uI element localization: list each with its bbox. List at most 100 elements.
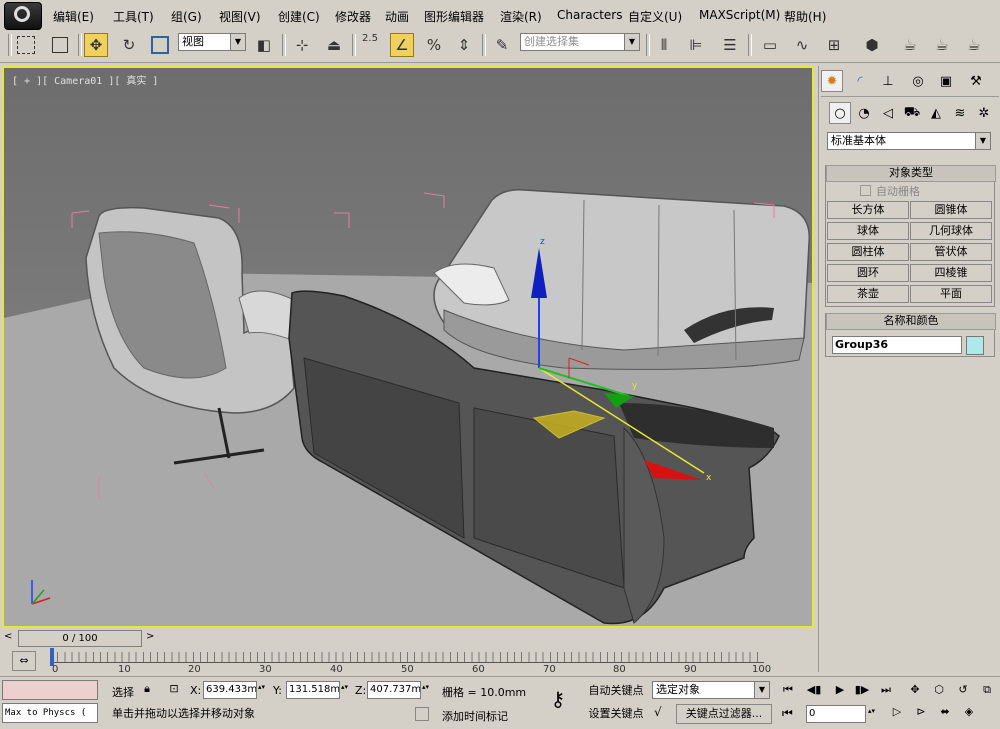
orbit-button[interactable]: ⬡ xyxy=(930,681,948,699)
z-coordinate-field[interactable]: 407.737mm xyxy=(367,681,421,699)
time-slider-next[interactable]: > xyxy=(146,631,154,642)
tab-motion[interactable]: ◎ xyxy=(907,70,929,92)
pan-view-button[interactable]: ✥ xyxy=(906,681,924,699)
menu-maxscript[interactable]: MAXScript(M) xyxy=(699,8,780,22)
key-filters-button[interactable]: 关键点过滤器... xyxy=(676,704,772,724)
set-key-mode-button[interactable]: ⚷ xyxy=(540,687,576,715)
menu-modifiers[interactable]: 修改器 xyxy=(335,8,371,25)
menu-views[interactable]: 视图(V) xyxy=(219,8,261,25)
helpers-category-button[interactable]: ◭ xyxy=(925,102,947,124)
plane-button[interactable]: 平面 xyxy=(910,285,992,303)
shapes-category-button[interactable]: ◔ xyxy=(853,102,875,124)
menu-animation[interactable]: 动画 xyxy=(385,8,409,25)
material-editor-button[interactable]: ⬢ xyxy=(860,33,884,57)
set-key-button[interactable]: 设置关键点 xyxy=(584,704,648,724)
tab-display[interactable]: ▣ xyxy=(935,70,957,92)
layer-manager-button[interactable]: ☰ xyxy=(718,33,742,57)
spinner-snap-toggle-button[interactable]: ⇕ xyxy=(452,33,476,57)
viewport-label[interactable]: [ + ][ Camera01 ][ 真实 ] xyxy=(12,72,158,87)
play-button[interactable]: ▶ xyxy=(831,681,849,699)
menu-customize[interactable]: 自定义(U) xyxy=(628,8,682,25)
menu-create[interactable]: 创建(C) xyxy=(278,8,320,25)
systems-category-button[interactable]: ✲ xyxy=(973,102,995,124)
menu-graph-editors[interactable]: 图形编辑器 xyxy=(424,8,484,25)
next-frame-button[interactable]: ▮▶ xyxy=(853,681,871,699)
go-to-end-button[interactable]: ⏭ xyxy=(877,681,895,699)
curve-editor-button[interactable]: ∿ xyxy=(790,33,814,57)
mirror-button[interactable]: ⫴ xyxy=(652,33,676,57)
menu-help[interactable]: 帮助(H) xyxy=(784,8,826,25)
percent-snap-toggle-button[interactable]: % xyxy=(422,33,446,57)
time-slider-prev[interactable]: < xyxy=(4,631,12,642)
align-button[interactable]: ⊫ xyxy=(684,33,708,57)
select-and-scale-button[interactable] xyxy=(148,33,172,57)
maxscript-mini-listener-pink[interactable] xyxy=(2,680,98,700)
primitive-category-dropdown[interactable]: 标准基本体 ▼ xyxy=(827,132,991,150)
rendered-frame-window-button[interactable]: ☕ xyxy=(930,33,954,57)
time-slider[interactable]: < 0 / 100 > xyxy=(2,629,814,647)
spinner-icon[interactable]: ▴▾ xyxy=(258,683,265,691)
menu-rendering[interactable]: 渲染(R) xyxy=(500,8,542,25)
snaps-toggle-button[interactable]: 2.5 xyxy=(358,33,382,57)
cone-button[interactable]: 圆锥体 xyxy=(910,201,992,219)
roll-button[interactable]: ↺ xyxy=(954,681,972,699)
selection-lock-toggle[interactable]: 🔒︎ xyxy=(140,682,154,698)
spacewarps-category-button[interactable]: ≋ xyxy=(949,102,971,124)
tube-button[interactable]: 管状体 xyxy=(910,243,992,261)
object-color-swatch[interactable] xyxy=(966,336,984,355)
add-time-tag-button[interactable]: 添加时间标记 xyxy=(442,708,508,724)
absolute-relative-toggle[interactable]: ⊡ xyxy=(166,682,182,698)
app-logo-button[interactable] xyxy=(4,2,42,30)
menu-group[interactable]: 组(G) xyxy=(171,8,202,25)
select-and-move-button[interactable]: ✥ xyxy=(84,33,108,57)
name-and-color-rollout-header[interactable]: 名称和颜色 xyxy=(826,313,996,330)
named-selection-set-dropdown[interactable]: 创建选择集 ▼ xyxy=(520,33,640,51)
tab-create[interactable]: ✹ xyxy=(821,70,843,92)
go-to-start-button[interactable]: ⏮ xyxy=(779,681,797,699)
x-coordinate-field[interactable]: 639.433mm xyxy=(203,681,257,699)
lights-category-button[interactable]: ◁ xyxy=(877,102,899,124)
key-selection-dropdown[interactable]: 选定对象 ▼ xyxy=(652,681,770,699)
teapot-button[interactable]: 茶壶 xyxy=(827,285,909,303)
menu-characters[interactable]: Characters xyxy=(557,8,623,22)
maximize-viewport-button[interactable]: ⧉ xyxy=(978,681,996,699)
keyboard-shortcut-override-button[interactable]: ⏏ xyxy=(322,33,346,57)
tab-hierarchy[interactable]: ⊥ xyxy=(877,70,899,92)
menu-edit[interactable]: 编辑(E) xyxy=(53,8,94,25)
spinner-icon[interactable]: ▴▾ xyxy=(341,683,348,691)
manipulate-button[interactable]: ⊹ xyxy=(290,33,314,57)
cameras-category-button[interactable]: ⛟ xyxy=(901,102,923,124)
pyramid-button[interactable]: 四棱锥 xyxy=(910,264,992,282)
time-tag-icon[interactable] xyxy=(415,707,429,721)
spinner-icon[interactable]: ▴▾ xyxy=(422,683,429,691)
render-production-button[interactable]: ☕ xyxy=(962,33,986,57)
box-button[interactable]: 长方体 xyxy=(827,201,909,219)
tab-utilities[interactable]: ⚒ xyxy=(965,70,987,92)
cylinder-button[interactable]: 圆柱体 xyxy=(827,243,909,261)
edit-named-selection-button[interactable]: ✎ xyxy=(490,33,514,57)
object-name-field[interactable]: Group36 xyxy=(832,336,962,354)
default-tangent-button[interactable]: √ xyxy=(654,705,672,723)
render-setup-button[interactable]: ☕ xyxy=(898,33,922,57)
schematic-view-button[interactable]: ⊞ xyxy=(822,33,846,57)
dolly-button[interactable]: ⊳ xyxy=(912,703,930,721)
object-type-rollout-header[interactable]: 对象类型 xyxy=(826,165,996,182)
y-coordinate-field[interactable]: 131.518mm xyxy=(286,681,340,699)
reference-coordinate-dropdown[interactable]: 视图 ▼ xyxy=(178,33,246,51)
window-crossing-button[interactable] xyxy=(48,33,72,57)
previous-frame-button[interactable]: ◀▮ xyxy=(805,681,823,699)
track-bar[interactable]: ⇔ 0 10 20 30 40 50 60 70 80 90 100 xyxy=(0,648,818,676)
current-frame-field[interactable]: 0 xyxy=(806,705,866,723)
tab-modify[interactable]: ◜ xyxy=(849,70,871,92)
spinner-icon[interactable]: ▴▾ xyxy=(868,707,875,715)
geosphere-button[interactable]: 几何球体 xyxy=(910,222,992,240)
orbit-camera-button[interactable]: ◈ xyxy=(960,703,978,721)
geometry-category-button[interactable]: ○ xyxy=(829,102,851,124)
sphere-button[interactable]: 球体 xyxy=(827,222,909,240)
torus-button[interactable]: 圆环 xyxy=(827,264,909,282)
autogrid-checkbox[interactable]: 自动栅格 xyxy=(860,183,920,199)
field-of-view-button[interactable]: ▷ xyxy=(888,703,906,721)
menu-tools[interactable]: 工具(T) xyxy=(113,8,154,25)
key-mode-toggle[interactable]: ⏮ xyxy=(782,706,793,721)
open-mini-curve-editor-button[interactable]: ⇔ xyxy=(12,651,36,671)
